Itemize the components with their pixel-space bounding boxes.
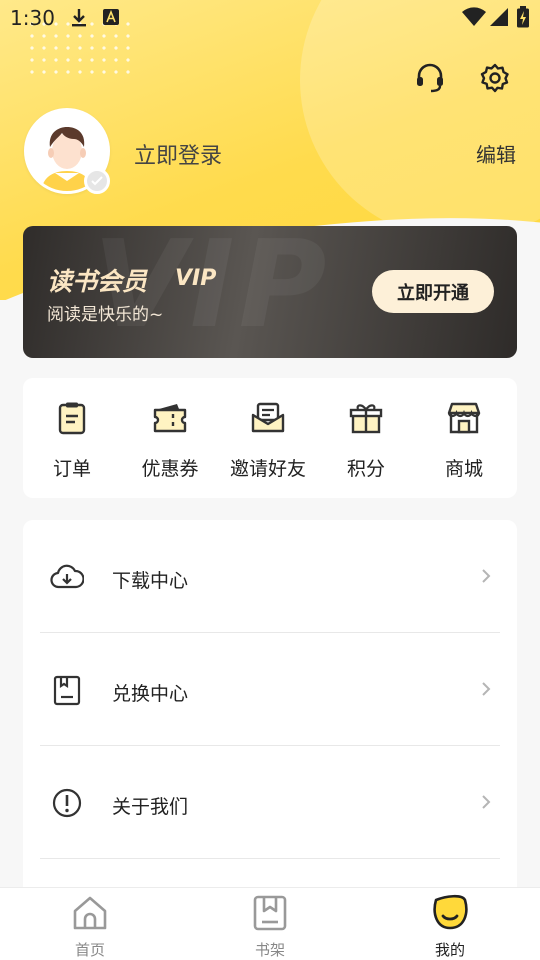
nav-label: 我的: [434, 941, 465, 959]
text-a-icon: [102, 8, 120, 30]
nav-bookshelf[interactable]: 书架: [180, 888, 360, 960]
redeem-icon: [50, 673, 84, 707]
chevron-right-icon: [480, 794, 492, 810]
quick-item-coupons[interactable]: 优惠券: [121, 378, 219, 498]
chevron-right-icon: [480, 681, 492, 697]
mail-icon: [250, 400, 286, 436]
edit-button[interactable]: 编辑: [476, 139, 516, 168]
nav-label: 首页: [74, 941, 105, 959]
home-icon: [71, 894, 109, 932]
status-time: 1:30: [10, 6, 55, 30]
quick-item-label: 订单: [52, 458, 91, 480]
quick-item-label: 商城: [444, 458, 483, 480]
smile-icon: [431, 894, 469, 932]
gear-icon: [479, 62, 511, 98]
nav-label: 书架: [254, 941, 285, 959]
status-bar: 1:30: [0, 0, 540, 36]
settings-button[interactable]: [475, 60, 515, 100]
quick-item-store[interactable]: 商城: [415, 378, 513, 498]
quick-item-orders[interactable]: 订单: [23, 378, 121, 498]
quick-item-label: 邀请好友: [229, 458, 306, 480]
menu-item-about-us[interactable]: 关于我们: [40, 746, 500, 859]
verified-badge-icon: [84, 168, 110, 194]
download-icon: [70, 8, 88, 32]
nav-home[interactable]: 首页: [0, 888, 180, 960]
quick-item-label: 优惠券: [141, 458, 199, 480]
menu-item-download-center[interactable]: 下载中心: [40, 520, 500, 633]
menu-list: 下载中心 兑换中心 关于我们: [23, 520, 517, 900]
gift-icon: [348, 400, 384, 436]
store-icon: [446, 400, 482, 436]
vip-title: 读书会员: [47, 267, 148, 296]
chevron-right-icon: [480, 568, 492, 584]
vip-subtitle: 阅读是快乐的~: [47, 305, 164, 325]
wifi-icon: [462, 7, 486, 31]
signal-icon: [490, 7, 508, 31]
battery-icon: [516, 6, 530, 32]
vip-tag: VIP: [175, 266, 217, 291]
open-vip-button[interactable]: 立即开通: [372, 270, 494, 313]
header-glow: [300, 0, 540, 240]
bottom-navigation: 首页 书架 我的: [0, 887, 540, 960]
menu-item-redeem-center[interactable]: 兑换中心: [40, 633, 500, 746]
customer-service-button[interactable]: [410, 60, 450, 100]
clipboard-icon: [54, 400, 90, 436]
menu-item-label: 兑换中心: [112, 683, 189, 705]
info-icon: [50, 786, 84, 820]
menu-item-label: 下载中心: [112, 570, 189, 592]
quick-item-label: 积分: [346, 458, 385, 480]
quick-item-points[interactable]: 积分: [317, 378, 415, 498]
quick-actions-panel: 订单 优惠券 邀请好友 积分 商城: [23, 378, 517, 498]
ticket-icon: [152, 400, 188, 436]
login-link[interactable]: 立即登录: [134, 138, 222, 170]
vip-membership-card[interactable]: VIP 读书会员 VIP 阅读是快乐的~ 立即开通: [23, 226, 517, 358]
cloud-download-icon: [50, 560, 85, 594]
quick-item-invite[interactable]: 邀请好友: [219, 378, 317, 498]
menu-item-label: 关于我们: [112, 796, 189, 818]
headset-icon: [414, 62, 446, 98]
divider: [40, 858, 500, 859]
nav-mine[interactable]: 我的: [360, 888, 540, 960]
bookshelf-icon: [251, 894, 289, 932]
